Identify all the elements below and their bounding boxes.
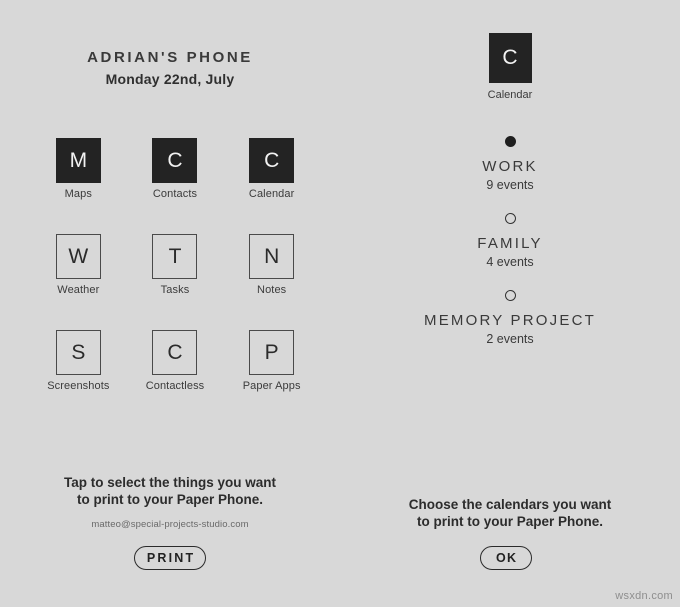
app-item-calendar[interactable]: C Calendar <box>223 138 320 200</box>
weather-icon[interactable]: W <box>55 234 101 279</box>
app-item-maps[interactable]: M Maps <box>30 138 127 200</box>
calendar-name: MEMORY PROJECT <box>424 312 596 329</box>
calendar-app-header[interactable]: C Calendar <box>340 33 680 101</box>
app-item-notes[interactable]: N Notes <box>223 234 320 296</box>
maps-icon[interactable]: M <box>55 138 101 183</box>
calendar-name: WORK <box>482 158 538 175</box>
app-item-tasks[interactable]: T Tasks <box>127 234 224 296</box>
app-item-contactless[interactable]: C Contactless <box>127 330 224 392</box>
app-item-weather[interactable]: W Weather <box>30 234 127 296</box>
right-instructions-line-2: to print to your Paper Phone. <box>416 514 603 529</box>
selected-dot-icon[interactable] <box>504 136 516 147</box>
app-item-contacts[interactable]: C Contacts <box>127 138 224 200</box>
calendar-event-count: 9 events <box>486 178 534 192</box>
left-instructions-line-2: to print to your Paper Phone. <box>76 492 263 507</box>
contacts-icon[interactable]: C <box>152 138 198 183</box>
right-panel-calendar-selection: C Calendar WORK 9 events FAMILY 4 events… <box>340 0 680 607</box>
app-item-screenshots[interactable]: S Screenshots <box>30 330 127 392</box>
calendar-item-family[interactable]: FAMILY 4 events <box>340 213 680 269</box>
app-label: Notes <box>257 284 287 296</box>
page-title: ADRIAN'S PHONE <box>87 49 253 66</box>
calendar-app-label: Calendar <box>487 89 533 101</box>
ok-button[interactable]: OK <box>480 546 532 570</box>
paper-phone-screen: ADRIAN'S PHONE Monday 22nd, July M Maps … <box>0 0 680 607</box>
app-label: Weather <box>57 284 100 296</box>
calendar-icon[interactable]: C <box>249 138 295 183</box>
app-label: Maps <box>64 188 92 200</box>
app-grid: M Maps C Contacts C Calendar W Weather T… <box>30 138 320 392</box>
left-instructions-line-1: Tap to select the things you want <box>63 475 277 490</box>
calendar-item-memory-project[interactable]: MEMORY PROJECT 2 events <box>340 290 680 346</box>
unselected-circle-icon[interactable] <box>504 213 516 224</box>
app-label: Contactless <box>145 380 205 392</box>
right-instructions: Choose the calendars you want to print t… <box>340 496 680 530</box>
tasks-icon[interactable]: T <box>152 234 198 279</box>
contactless-icon[interactable]: C <box>152 330 198 375</box>
calendar-event-count: 2 events <box>486 332 534 346</box>
paper-apps-icon[interactable]: P <box>249 330 295 375</box>
app-label: Paper Apps <box>242 380 301 392</box>
app-item-paper-apps[interactable]: P Paper Apps <box>223 330 320 392</box>
calendar-list: WORK 9 events FAMILY 4 events MEMORY PRO… <box>340 136 680 367</box>
app-label: Calendar <box>248 188 295 200</box>
app-label: Tasks <box>160 284 190 296</box>
screenshots-icon[interactable]: S <box>55 330 101 375</box>
watermark: wsxdn.com <box>615 590 673 602</box>
notes-icon[interactable]: N <box>249 234 295 279</box>
left-instructions: Tap to select the things you want to pri… <box>0 474 340 508</box>
unselected-circle-icon[interactable] <box>504 290 516 301</box>
app-label: Screenshots <box>47 380 110 392</box>
print-button[interactable]: PRINT <box>134 546 206 570</box>
left-panel-app-selection: ADRIAN'S PHONE Monday 22nd, July M Maps … <box>0 0 340 607</box>
calendar-item-work[interactable]: WORK 9 events <box>340 136 680 192</box>
calendar-name: FAMILY <box>477 235 543 252</box>
calendar-icon[interactable]: C <box>488 33 532 83</box>
email-address: matteo@special-projects-studio.com <box>91 519 249 530</box>
right-instructions-line-1: Choose the calendars you want <box>408 497 612 512</box>
page-date: Monday 22nd, July <box>105 71 235 87</box>
calendar-event-count: 4 events <box>486 255 534 269</box>
app-label: Contacts <box>152 188 198 200</box>
